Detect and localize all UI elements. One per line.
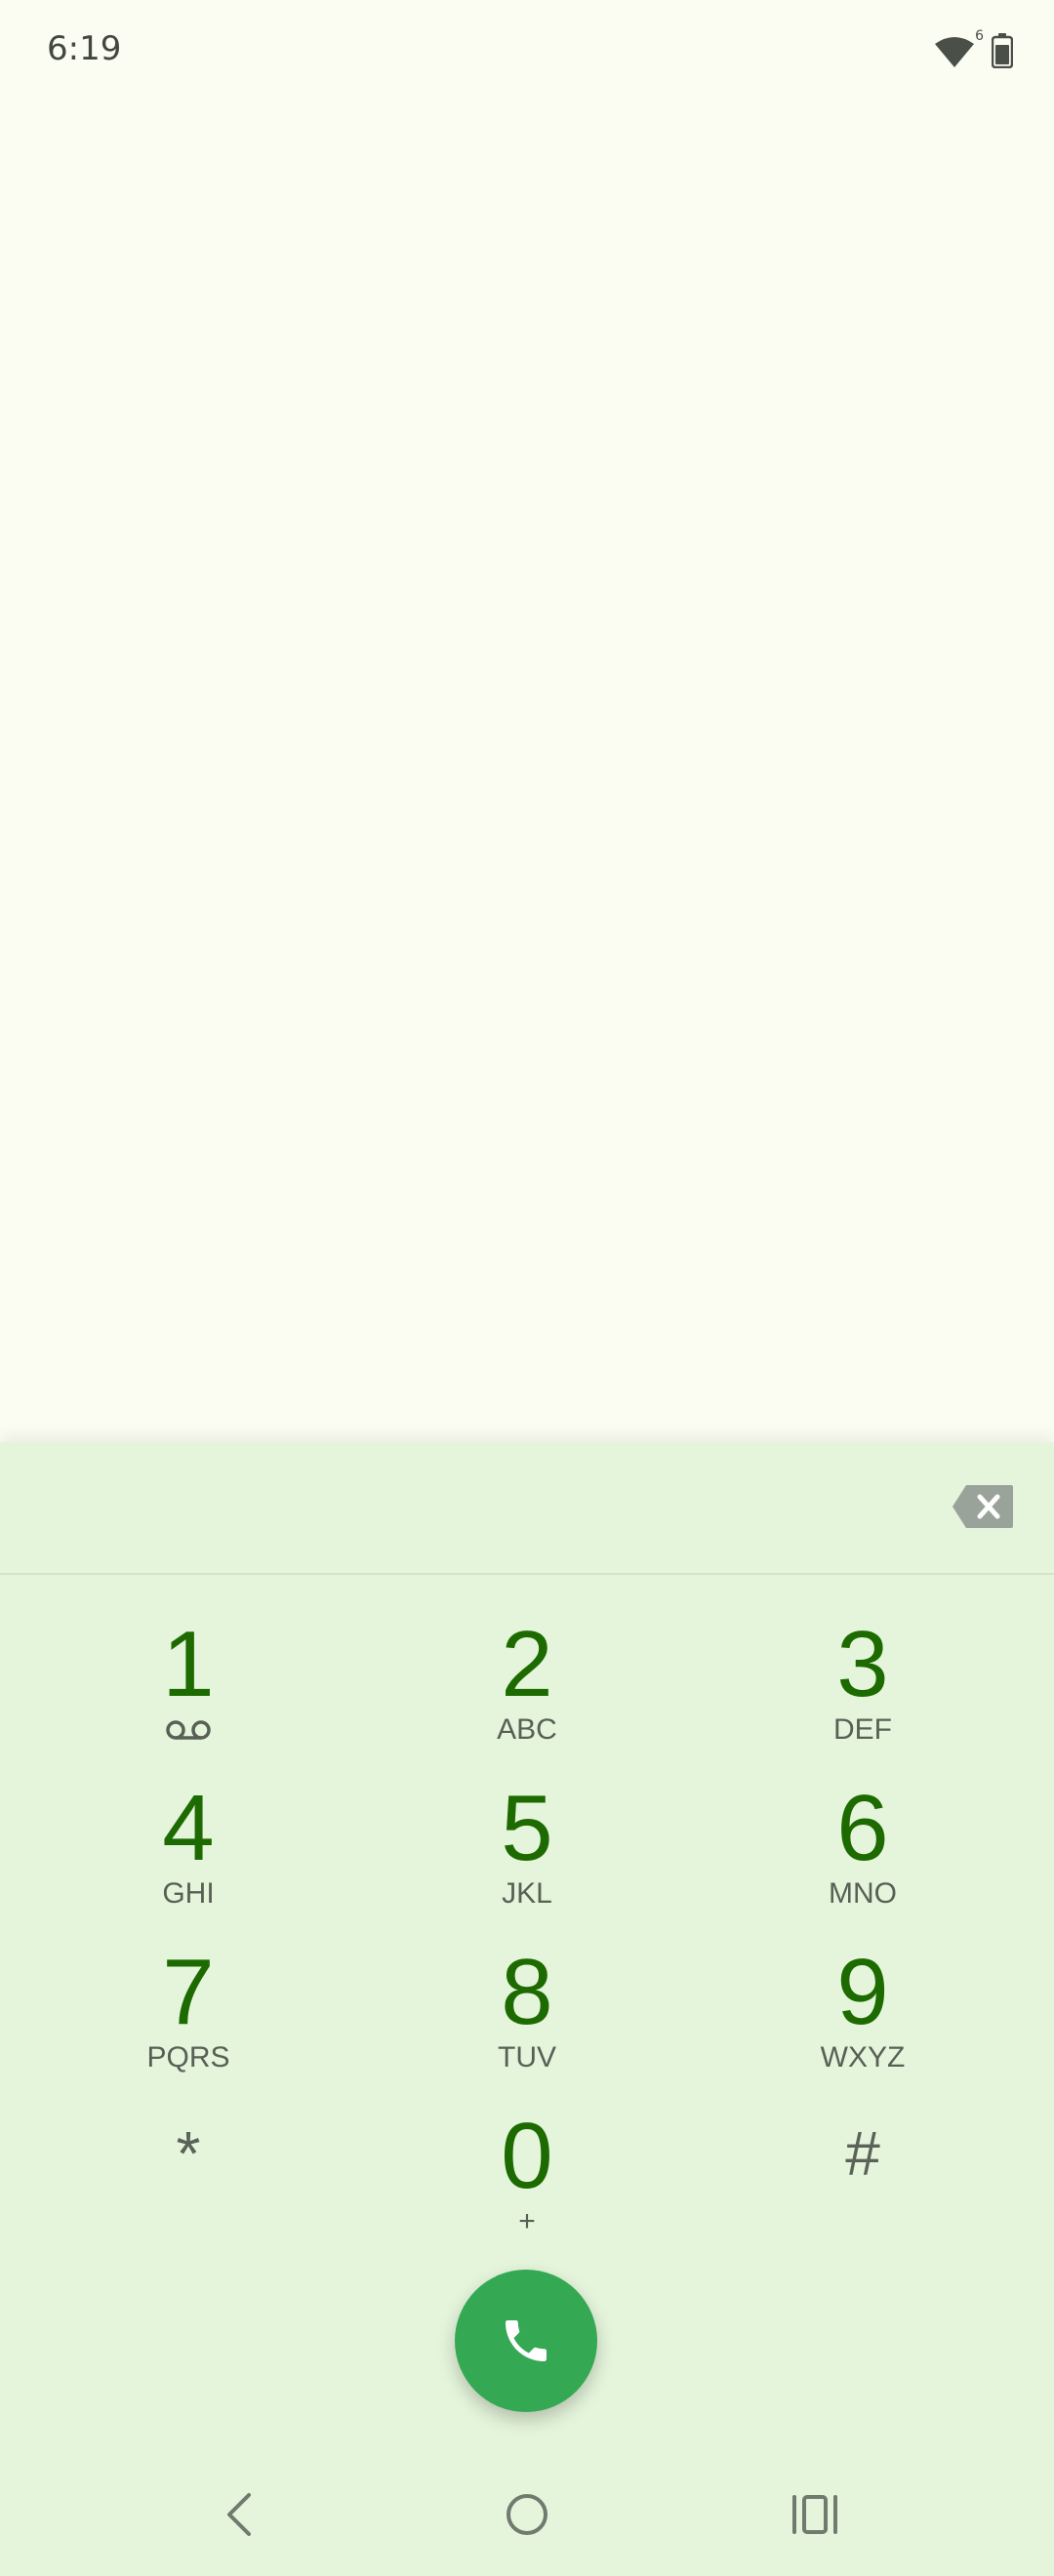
digits-row [0,1442,1054,1573]
key-1[interactable]: 1 [71,1618,305,1774]
key-3[interactable]: 3 DEF [746,1618,980,1774]
key-digit: 3 [836,1612,889,1716]
key-digit: 6 [836,1776,889,1880]
back-button[interactable] [205,2480,273,2549]
key-letters: TUV [498,2041,556,2073]
key-letters: + [518,2205,536,2237]
key-4[interactable]: 4 GHI [71,1782,305,1938]
key-digit: 4 [162,1776,215,1880]
digits-input[interactable] [39,1471,898,1540]
divider [0,1573,1054,1575]
key-star[interactable]: * [71,2119,305,2275]
key-letters: JKL [502,1877,552,1910]
key-digit: 1 [162,1612,215,1716]
key-0[interactable]: 0 + [410,2110,644,2266]
key-5[interactable]: 5 JKL [410,1782,644,1938]
call-button[interactable] [455,2270,597,2412]
key-letters: PQRS [146,2041,230,2073]
status-icons: 6 [935,28,1014,72]
key-letters: MNO [829,1877,897,1910]
key-letters: DEF [833,1713,892,1746]
backspace-icon [953,1485,1013,1528]
home-icon [507,2494,547,2535]
recents-button[interactable] [781,2480,849,2549]
key-digit: 9 [836,1940,889,2044]
key-digit: * [176,2118,201,2189]
key-digit: 7 [162,1940,215,2044]
navigation-bar [0,2455,1054,2576]
back-icon [227,2493,251,2536]
wifi-badge: 6 [975,28,984,44]
key-digit: # [845,2118,880,2189]
key-letters: WXYZ [820,2041,906,2073]
voicemail-icon [71,1719,305,1745]
key-9[interactable]: 9 WXYZ [746,1946,980,2102]
key-6[interactable]: 6 MNO [746,1782,980,1938]
key-digit: 8 [501,1940,553,2044]
wifi-icon: 6 [935,28,984,69]
backspace-button[interactable] [951,1483,1015,1530]
key-hash[interactable]: # [746,2119,980,2275]
phone-icon [506,2320,547,2361]
key-8[interactable]: 8 TUV [410,1946,644,2102]
key-digit: 5 [501,1776,553,1880]
battery-icon [991,33,1014,72]
key-letters: ABC [497,1713,557,1746]
home-button[interactable] [493,2480,561,2549]
key-letters: GHI [162,1877,215,1910]
recents-icon [792,2495,837,2534]
key-digit: 2 [501,1612,553,1716]
status-bar: 6:19 6 [0,0,1054,107]
key-digit: 0 [501,2104,553,2208]
key-2[interactable]: 2 ABC [410,1618,644,1774]
status-time: 6:19 [47,29,122,68]
key-7[interactable]: 7 PQRS [71,1946,305,2102]
